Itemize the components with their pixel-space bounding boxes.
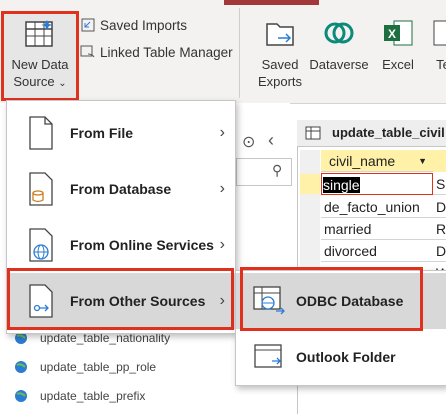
linked-table-manager-label: Linked Table Manager — [100, 44, 233, 60]
globe-icon — [15, 390, 27, 402]
linked-table-manager-icon — [80, 45, 95, 58]
menu-item-label: From File — [70, 125, 134, 141]
table-cell[interactable]: Si — [433, 173, 446, 195]
nav-item[interactable]: update_table_prefix — [14, 389, 145, 403]
table-icon — [305, 126, 321, 140]
chevron-right-icon: › — [219, 236, 225, 253]
nav-item-label: update_table_pp_role — [40, 360, 157, 374]
table-cell[interactable]: divorced — [321, 240, 433, 262]
ribbon-group-separator — [239, 8, 240, 98]
table-cell[interactable]: de_facto_union — [321, 196, 433, 218]
select-all-corner[interactable] — [300, 150, 320, 173]
saved-exports-icon — [266, 23, 294, 46]
dataverse-icon — [324, 22, 354, 44]
nav-pane-expand-icon[interactable]: ⊙ — [242, 132, 255, 152]
submenu-item-outlook-folder[interactable]: Outlook Folder — [236, 329, 446, 385]
menu-item-label: From Database — [70, 181, 172, 197]
new-data-source-highlight — [1, 11, 79, 101]
nav-item-label: update_table_prefix — [40, 389, 146, 403]
column-header-label: civil_name — [329, 153, 396, 169]
submenu-item-label: Outlook Folder — [296, 349, 396, 365]
saved-imports-label: Saved Imports — [100, 17, 188, 33]
menu-item-from-online-services[interactable]: From Online Services › — [7, 217, 235, 273]
dataverse-label: Dataverse — [309, 57, 369, 72]
text-file-icon — [433, 20, 446, 46]
linked-table-manager-button[interactable]: Linked Table Manager — [80, 44, 233, 60]
svg-text:X: X — [388, 27, 396, 41]
table-cell[interactable]: single — [321, 173, 433, 195]
saved-imports-button[interactable]: Saved Imports — [80, 17, 187, 33]
chevron-right-icon: › — [219, 124, 225, 141]
nav-item[interactable]: update_table_pp_role — [14, 360, 156, 374]
saved-exports-button[interactable]: Saved Exports — [252, 18, 308, 90]
nav-search-input[interactable] — [236, 158, 292, 186]
online-file-icon — [29, 228, 53, 262]
file-icon — [29, 116, 53, 150]
dropdown-arrow-icon[interactable]: ▼ — [418, 150, 427, 172]
column-header-next[interactable] — [433, 150, 446, 172]
menu-item-from-database[interactable]: From Database › — [7, 161, 235, 217]
saved-exports-label-1: Saved — [261, 57, 299, 72]
dataverse-button[interactable]: Dataverse — [305, 18, 373, 73]
collapse-pane-icon[interactable]: ‹ — [268, 130, 274, 151]
odbc-database-highlight — [240, 267, 423, 331]
outlook-folder-icon — [254, 344, 282, 368]
table-cell[interactable]: D — [433, 240, 446, 262]
globe-icon — [15, 361, 27, 373]
text-file-label: Te — [436, 57, 446, 72]
excel-button[interactable]: X Excel — [376, 18, 420, 73]
menu-item-label: From Online Services — [70, 237, 214, 253]
search-icon: ⚲ — [272, 162, 283, 178]
cell-text-selected: single — [323, 177, 360, 193]
from-other-sources-highlight — [7, 268, 234, 330]
document-tab-title: update_table_civil — [332, 125, 445, 140]
saved-imports-icon — [81, 18, 95, 32]
text-file-button[interactable]: Te — [428, 18, 446, 73]
chevron-right-icon: › — [219, 180, 225, 197]
excel-label: Excel — [382, 57, 414, 72]
column-header-civil-name[interactable]: civil_name ▼ — [321, 150, 433, 172]
table-cell[interactable]: R — [433, 218, 446, 240]
menu-item-from-file[interactable]: From File › — [7, 105, 235, 161]
database-file-icon — [29, 172, 53, 206]
record-selector-current[interactable] — [300, 174, 320, 194]
table-cell[interactable]: married — [321, 218, 433, 240]
saved-exports-label-2: Exports — [257, 74, 303, 89]
ribbon-tab-accent — [224, 0, 319, 5]
excel-icon: X — [384, 20, 413, 46]
table-cell[interactable]: D — [433, 196, 446, 218]
